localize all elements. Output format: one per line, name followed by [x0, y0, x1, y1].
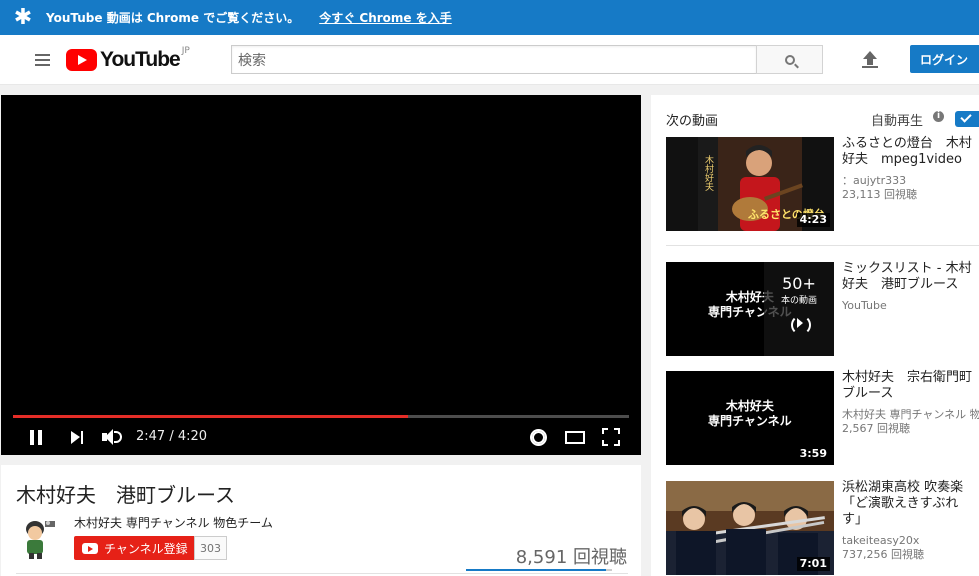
video-uploader: ：aujytr333 — [842, 174, 907, 187]
next-icon[interactable] — [71, 431, 85, 444]
view-count: 8,591 回視聴 — [515, 547, 627, 568]
related-video[interactable]: 木村好夫 専門チャンネル 3:59 木村好夫 宗右衛門町 ブルース 木村好夫 専… — [666, 370, 979, 465]
thumbnail-line: 木村好夫 — [725, 399, 774, 413]
separator — [666, 245, 979, 246]
video-thumbnail[interactable]: 木村好夫 ふるさとの燈台 4:23 — [666, 137, 834, 231]
video-uploader: 木村好夫 専門チャンネル 物 — [842, 408, 979, 421]
search-button[interactable] — [756, 45, 823, 74]
title-line: ふるさとの燈台 木村 — [842, 136, 972, 151]
progress-bar[interactable] — [13, 415, 629, 418]
svg-text:木村好夫: 木村好夫 — [703, 154, 714, 192]
get-chrome-link[interactable]: 今すぐ Chrome を入手 — [319, 9, 452, 26]
video-uploader: takeiteasy20x — [842, 534, 920, 547]
title-line: 「ど演歌えきすぶれ — [842, 496, 959, 511]
search-icon — [784, 54, 795, 65]
related-video-title[interactable]: 浜松湖東高校 吹奏楽 「ど演歌えきすぶれ す」 — [842, 480, 979, 528]
title-line: す」 — [842, 512, 869, 527]
youtube-logo[interactable]: YouTube JP — [66, 46, 190, 71]
related-video-title[interactable]: ミックスリスト - 木村 好夫 港町ブルース — [842, 261, 979, 293]
menu-icon[interactable] — [35, 54, 50, 69]
video-title: 木村好夫 港町ブルース — [16, 483, 235, 507]
subscribe-button[interactable]: チャンネル登録 — [74, 536, 195, 560]
video-views: 23,113 回視聴 — [842, 188, 917, 201]
related-video-title[interactable]: 木村好夫 宗右衛門町 ブルース — [842, 370, 979, 402]
title-line: 好夫 mpeg1video — [842, 152, 962, 167]
title-line: 浜松湖東高校 吹奏楽 — [842, 480, 964, 495]
search-input[interactable]: 検索 — [231, 45, 757, 74]
autoplay-label: 自動再生 — [871, 114, 924, 129]
promo-message: YouTube 動画は Chrome でご覧ください。 — [46, 11, 300, 25]
pause-icon[interactable] — [29, 430, 45, 445]
star-icon: ✱ — [13, 5, 33, 30]
title-line: 木村好夫 宗右衛門町 — [842, 370, 973, 385]
mix-overlay: 50+ 本の動画 — [764, 262, 834, 356]
related-video-title[interactable]: ふるさとの燈台 木村 好夫 mpeg1video — [842, 136, 979, 168]
related-mix[interactable]: 木村好夫 専門チャンネル 50+ 本の動画 ミックスリスト - 木村 好夫 港町… — [666, 261, 979, 356]
video-thumbnail[interactable]: 7:01 — [666, 481, 834, 575]
thumbnail-line: 専門チャンネル — [708, 414, 792, 428]
masthead: YouTube JP 検索 ログイン — [0, 35, 979, 85]
like-ratio-bar — [466, 569, 612, 571]
duration-badge: 3:59 — [796, 447, 830, 461]
theater-mode-icon[interactable] — [565, 431, 585, 444]
subscribe-label: チャンネル登録 — [104, 541, 188, 556]
progress-played — [13, 415, 409, 418]
video-views: 737,256 回視聴 — [842, 548, 924, 561]
fullscreen-icon[interactable] — [602, 428, 620, 446]
divider — [16, 573, 628, 574]
up-next-heading: 次の動画 — [666, 114, 719, 129]
info-icon[interactable]: i — [933, 111, 944, 122]
volume-icon[interactable] — [102, 428, 124, 446]
duration-badge: 7:01 — [796, 557, 830, 571]
time-display: 2:47 / 4:20 — [136, 429, 208, 444]
related-sidebar: 次の動画 自動再生 i 木村好夫 ふるさとの燈台 4:23 ふるさとの燈台 木村… — [651, 95, 979, 576]
upload-icon[interactable] — [862, 51, 878, 69]
related-video[interactable]: 7:01 浜松湖東高校 吹奏楽 「ど演歌えきすぶれ す」 takeiteasy2… — [666, 480, 979, 575]
mix-count-label: 本の動画 — [780, 296, 817, 306]
youtube-play-icon — [66, 49, 97, 71]
channel-avatar[interactable] — [15, 513, 63, 561]
mix-count: 50+ — [782, 274, 816, 293]
video-thumbnail[interactable]: 木村好夫 専門チャンネル 3:59 — [666, 371, 834, 465]
video-views: 2,567 回視聴 — [842, 422, 910, 435]
video-thumbnail[interactable]: 木村好夫 専門チャンネル 50+ 本の動画 — [666, 262, 834, 356]
youtube-icon — [82, 542, 98, 554]
video-info: 木村好夫 港町ブルース 木村好夫 専門チャンネル 物色チーム チャンネル登録 3… — [1, 465, 641, 576]
thumbnail-caption: 木村好夫 専門チャンネル — [708, 399, 792, 429]
settings-gear-icon[interactable] — [530, 429, 547, 446]
country-code: JP — [181, 46, 190, 56]
subscriber-count: 303 — [194, 536, 227, 560]
related-video[interactable]: 木村好夫 ふるさとの燈台 4:23 ふるさとの燈台 木村 好夫 mpeg1vid… — [666, 136, 979, 231]
duration-badge: 4:23 — [796, 213, 830, 227]
title-line: 好夫 港町ブルース — [842, 277, 959, 292]
video-player[interactable]: 2:47 / 4:20 — [1, 95, 641, 455]
channel-name[interactable]: 木村好夫 専門チャンネル 物色チーム — [74, 514, 273, 531]
like-ratio-fill — [466, 569, 607, 571]
title-line: ミックスリスト - 木村 — [842, 261, 972, 276]
logo-wordmark: YouTube — [100, 48, 181, 71]
title-line: ブルース — [842, 386, 894, 401]
mix-radio-icon — [788, 312, 811, 335]
autoplay-toggle[interactable] — [955, 111, 979, 127]
video-uploader: YouTube — [842, 299, 887, 312]
login-button[interactable]: ログイン — [910, 45, 979, 73]
chrome-promo-banner: ✱ YouTube 動画は Chrome でご覧ください。 今すぐ Chrome… — [0, 0, 979, 35]
